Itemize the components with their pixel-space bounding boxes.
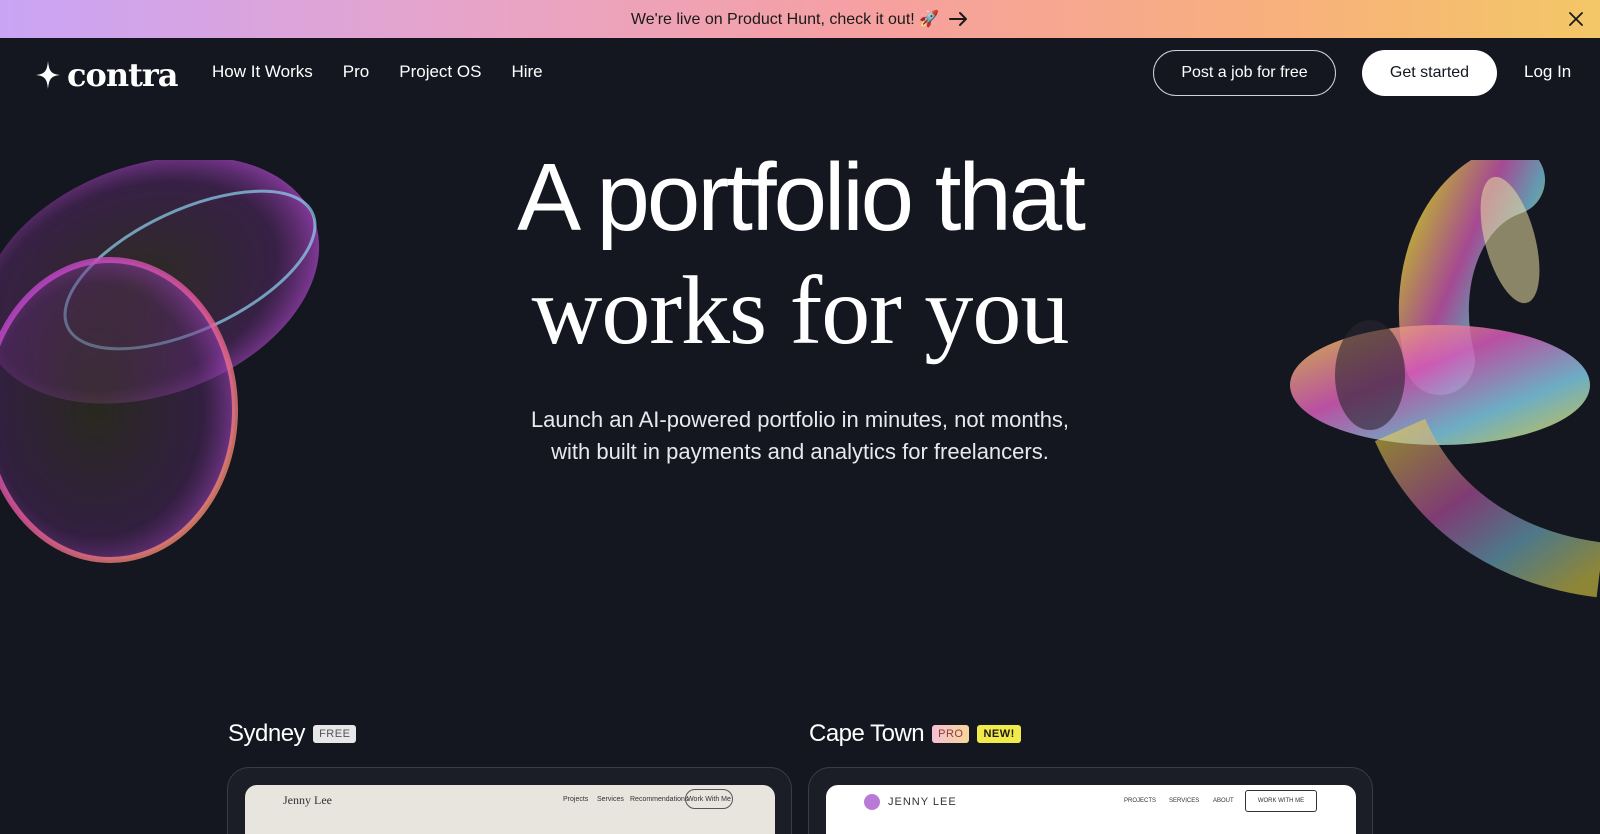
login-link[interactable]: Log In xyxy=(1524,62,1571,82)
nav-how-it-works[interactable]: How It Works xyxy=(212,62,313,82)
preview-cta-button: WORK WITH ME xyxy=(1245,790,1317,812)
preview-nav-services: SERVICES xyxy=(1169,798,1200,804)
preview-owner-name: Jenny Lee xyxy=(283,793,332,807)
template-name: Cape Town xyxy=(809,720,925,747)
sparkle-icon xyxy=(36,61,60,89)
nav-project-os[interactable]: Project OS xyxy=(399,62,481,82)
pro-badge: PRO xyxy=(932,725,970,743)
template-preview: JENNY LEE PROJECTS SERVICES ABOUT WORK W… xyxy=(826,785,1356,834)
new-badge: NEW! xyxy=(977,725,1021,743)
preview-nav-projects: Projects xyxy=(563,796,589,803)
hero-headline-line1: A portfolio that xyxy=(517,144,1086,251)
preview-owner-name: JENNY LEE xyxy=(888,796,957,808)
hero-subtitle-line1: Launch an AI-powered portfolio in minute… xyxy=(530,407,1070,432)
banner-text[interactable]: We're live on Product Hunt, check it out… xyxy=(631,9,939,29)
hero-subtitle-line2: with built in payments and analytics for… xyxy=(551,439,1049,464)
announcement-banner[interactable]: We're live on Product Hunt, check it out… xyxy=(0,0,1600,38)
free-badge: FREE xyxy=(313,725,357,743)
post-job-button[interactable]: Post a job for free xyxy=(1153,50,1336,96)
template-name: Sydney xyxy=(228,720,306,747)
preview-cta-button: Work With Me xyxy=(685,789,733,809)
template-title-sydney: Sydney FREE xyxy=(228,720,357,748)
template-title-cape-town: Cape Town PRO NEW! xyxy=(809,720,1021,748)
close-icon[interactable] xyxy=(1566,9,1586,29)
arrow-right-icon[interactable] xyxy=(949,11,969,27)
preview-nav-about: ABOUT xyxy=(1213,798,1234,804)
logo-wordmark: contra xyxy=(67,56,178,94)
get-started-button[interactable]: Get started xyxy=(1362,50,1497,96)
preview-avatar xyxy=(864,794,880,810)
main-nav: How It Works Pro Project OS Hire xyxy=(212,62,543,82)
nav-pro[interactable]: Pro xyxy=(343,62,369,82)
template-preview: Jenny Lee Projects Services Recommendati… xyxy=(245,785,775,834)
template-card-cape-town[interactable]: JENNY LEE PROJECTS SERVICES ABOUT WORK W… xyxy=(808,767,1373,834)
template-card-sydney[interactable]: Jenny Lee Projects Services Recommendati… xyxy=(227,767,792,834)
preview-nav-services: Services xyxy=(597,796,624,803)
preview-nav-projects: PROJECTS xyxy=(1124,798,1157,804)
nav-hire[interactable]: Hire xyxy=(511,62,542,82)
hero-subtitle: Launch an AI-powered portfolio in minute… xyxy=(0,404,1600,468)
hero-headline-line2: works for you xyxy=(531,257,1070,365)
preview-nav-recommendations: Recommendations xyxy=(630,796,689,803)
contra-logo[interactable]: contra xyxy=(35,56,178,94)
